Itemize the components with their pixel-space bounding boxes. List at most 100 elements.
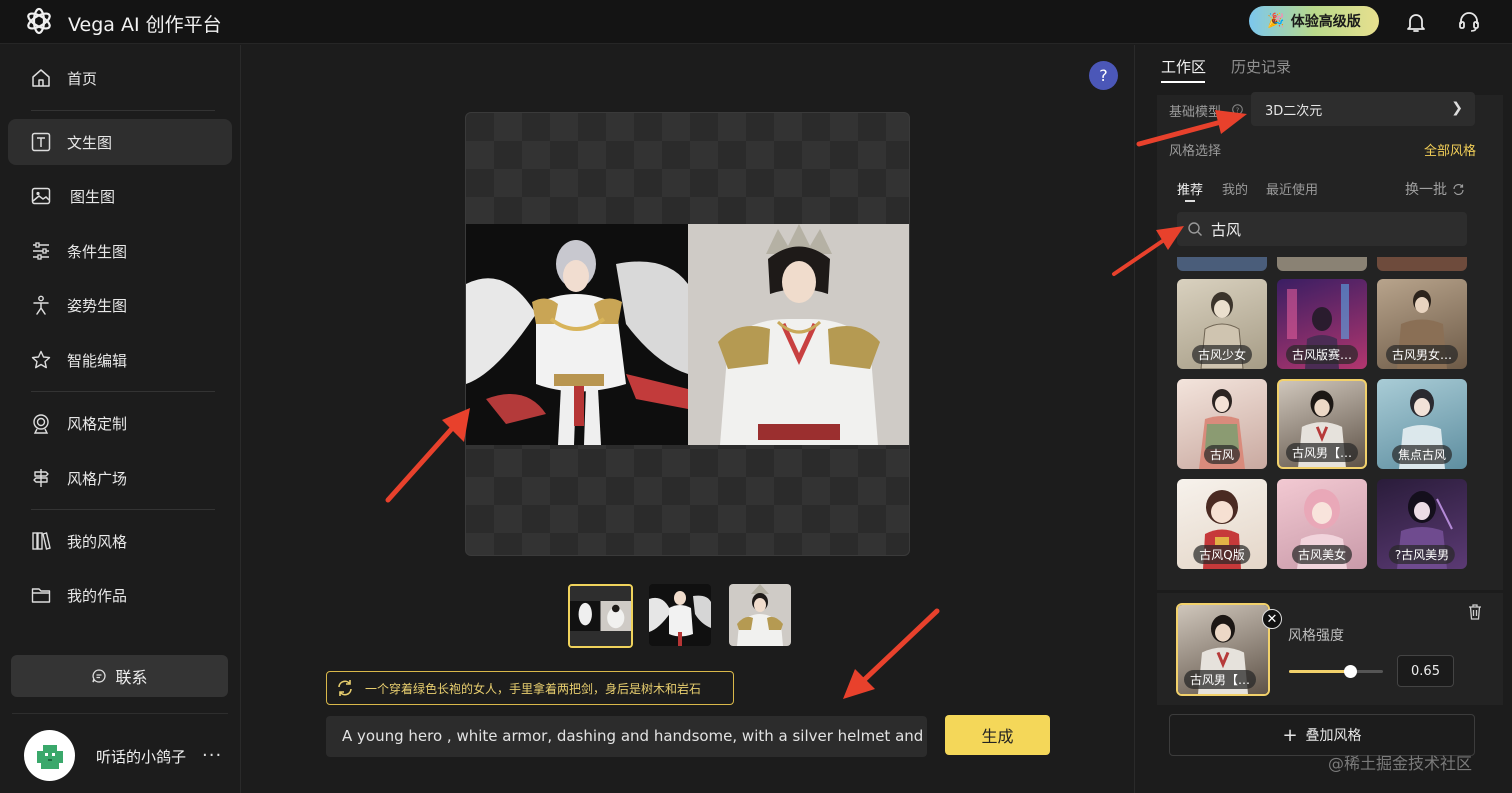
thumbnail-2[interactable] bbox=[649, 584, 711, 646]
style-tile-label: ?古风美男 bbox=[1388, 545, 1456, 564]
slider-fill bbox=[1289, 670, 1351, 673]
tab-history[interactable]: 历史记录 bbox=[1231, 56, 1291, 77]
tab-workspace[interactable]: 工作区 bbox=[1161, 56, 1206, 77]
thumbnail-image bbox=[649, 584, 711, 646]
user-name: 听话的小鸽子 bbox=[96, 748, 187, 766]
refresh-label: 换一批 bbox=[1405, 182, 1447, 198]
sidebar-item-text-to-image[interactable]: 文生图 bbox=[8, 119, 232, 165]
sidebar-item-label: 文生图 bbox=[67, 133, 113, 152]
sidebar-item-label: 我的作品 bbox=[67, 586, 128, 605]
style-tile[interactable]: 焦点古风 bbox=[1377, 379, 1467, 469]
top-bar: Vega AI 创作平台 🎉 体验高级版 bbox=[0, 0, 1512, 44]
chosen-style-thumbnail[interactable]: 古风男【… bbox=[1176, 603, 1270, 696]
pigeon-avatar-icon bbox=[36, 744, 63, 769]
sidebar-item-my-styles[interactable]: 我的风格 bbox=[8, 518, 232, 564]
upgrade-button[interactable]: 🎉 体验高级版 bbox=[1249, 6, 1379, 36]
generated-image-left[interactable] bbox=[466, 224, 688, 445]
sidebar-item-label: 图生图 bbox=[70, 187, 116, 206]
folder-icon bbox=[31, 588, 51, 603]
sidebar-item-style-plaza[interactable]: 风格广场 bbox=[8, 455, 232, 501]
sidebar-item-pose[interactable]: 姿势生图 bbox=[8, 282, 232, 328]
thumbnail-3[interactable] bbox=[729, 584, 791, 646]
chevron-right-icon: ❯ bbox=[1451, 100, 1463, 116]
style-tile-label: 古风美女 bbox=[1291, 545, 1353, 564]
strength-label: 风格强度 bbox=[1288, 628, 1344, 644]
sidebar-item-label: 姿势生图 bbox=[67, 296, 128, 315]
style-select-label: 风格选择 bbox=[1169, 144, 1222, 159]
sidebar-item-style-custom[interactable]: 风格定制 bbox=[8, 400, 232, 446]
bell-icon[interactable] bbox=[1403, 9, 1429, 35]
model-label: 基础模型 bbox=[1169, 105, 1222, 120]
style-tile-label: 古风少女 bbox=[1191, 345, 1253, 364]
thumbnail-1[interactable] bbox=[568, 584, 633, 648]
chat-icon bbox=[92, 669, 107, 683]
sidebar-item-conditional[interactable]: 条件生图 bbox=[8, 228, 232, 274]
style-tile-label: 古风Q版 bbox=[1193, 545, 1251, 564]
more-menu-icon[interactable]: ··· bbox=[202, 745, 222, 766]
sidebar-item-label: 首页 bbox=[67, 69, 98, 88]
trash-icon[interactable] bbox=[1467, 603, 1483, 621]
slider-handle[interactable] bbox=[1344, 665, 1358, 678]
generate-button[interactable]: 生成 bbox=[945, 715, 1050, 755]
strength-value-input[interactable]: 0.65 bbox=[1397, 655, 1454, 687]
sidebar-item-home[interactable]: 首页 bbox=[8, 55, 232, 101]
strength-slider[interactable] bbox=[1289, 665, 1383, 678]
sidebar-item-label: 条件生图 bbox=[67, 242, 128, 261]
style-tile-label: 古风版赛… bbox=[1285, 345, 1359, 364]
style-tile[interactable]: ?古风美男 bbox=[1377, 479, 1467, 569]
thumbnail-image bbox=[570, 586, 631, 646]
help-button[interactable]: ? bbox=[1089, 61, 1118, 90]
style-tile-label: 古风男【… bbox=[1285, 443, 1359, 462]
help-circle-icon[interactable]: ? bbox=[1232, 104, 1243, 115]
thumbnail-image bbox=[729, 584, 791, 646]
style-tile[interactable]: 古风男女… bbox=[1377, 279, 1467, 369]
result-canvas bbox=[465, 112, 910, 556]
sidebar-item-image-to-image[interactable]: 图生图 bbox=[8, 173, 232, 219]
refresh-icon bbox=[1453, 183, 1464, 195]
style-tile-selected[interactable]: 古风男【… bbox=[1277, 379, 1367, 469]
contact-button[interactable]: 联系 bbox=[11, 655, 228, 697]
generated-image-right[interactable] bbox=[688, 224, 910, 445]
style-tab-recent[interactable]: 最近使用 bbox=[1266, 179, 1318, 198]
style-tile-partial bbox=[1277, 257, 1367, 271]
contact-label: 联系 bbox=[115, 668, 148, 687]
divider bbox=[31, 391, 215, 392]
sidebar-item-my-works[interactable]: 我的作品 bbox=[8, 572, 232, 618]
style-tile[interactable]: 古风少女 bbox=[1177, 279, 1267, 369]
style-tile[interactable]: 古风 bbox=[1177, 379, 1267, 469]
style-tab-mine[interactable]: 我的 bbox=[1222, 179, 1248, 198]
refresh-batch-button[interactable]: 换一批 bbox=[1405, 179, 1465, 199]
style-tab-recommended[interactable]: 推荐 bbox=[1177, 179, 1203, 198]
avatar[interactable] bbox=[24, 730, 75, 781]
add-style-label: 叠加风格 bbox=[1305, 728, 1362, 744]
style-search-input[interactable]: 古风 bbox=[1177, 212, 1467, 246]
style-strength-card: 古风男【… ✕ 风格强度 0.65 bbox=[1157, 593, 1503, 705]
prompt-input[interactable]: A young hero , white armor, dashing and … bbox=[326, 716, 927, 757]
image-icon bbox=[31, 187, 51, 205]
style-tile[interactable]: 古风美女 bbox=[1277, 479, 1367, 569]
headset-icon[interactable] bbox=[1456, 9, 1482, 35]
style-tile-label: 古风男女… bbox=[1385, 345, 1459, 364]
style-grid: 古风少女 古风版赛… 古风男女… 古风 古风男【… 焦点古风 古风Q版 古风美女… bbox=[1177, 257, 1469, 573]
close-icon[interactable]: ✕ bbox=[1262, 609, 1282, 629]
right-panel: 工作区 历史记录 基础模型 ? 3D二次元 ❯ 风格选择 全部风格 推荐 我的 … bbox=[1134, 45, 1512, 793]
sidebar: 首页 文生图 图生图 条件生图 姿势生图 智能编辑 风格定制 风格广场 我的风格… bbox=[0, 45, 241, 793]
style-tile-label: 焦点古风 bbox=[1391, 445, 1453, 464]
translation-hint[interactable]: 一个穿着绿色长袍的女人，手里拿着两把剑，身后是树木和岩石 bbox=[326, 671, 734, 705]
books-icon bbox=[32, 532, 51, 550]
sidebar-item-smart-edit[interactable]: 智能编辑 bbox=[8, 337, 232, 383]
tab-underline bbox=[1161, 81, 1205, 83]
logo-icon[interactable] bbox=[24, 6, 54, 36]
style-tile[interactable]: 古风Q版 bbox=[1177, 479, 1267, 569]
style-tile-label: 古风 bbox=[1203, 445, 1241, 464]
pose-icon bbox=[33, 295, 49, 315]
svg-text:?: ? bbox=[1236, 106, 1240, 114]
search-value: 古风 bbox=[1211, 220, 1242, 239]
style-tile-partial bbox=[1177, 257, 1267, 271]
home-icon bbox=[32, 69, 50, 87]
plus-icon: + bbox=[1282, 724, 1298, 746]
style-tile[interactable]: 古风版赛… bbox=[1277, 279, 1367, 369]
all-styles-link[interactable]: 全部风格 bbox=[1424, 140, 1476, 159]
style-tab-underline bbox=[1185, 200, 1195, 202]
model-select[interactable]: 3D二次元 ❯ bbox=[1251, 92, 1475, 126]
